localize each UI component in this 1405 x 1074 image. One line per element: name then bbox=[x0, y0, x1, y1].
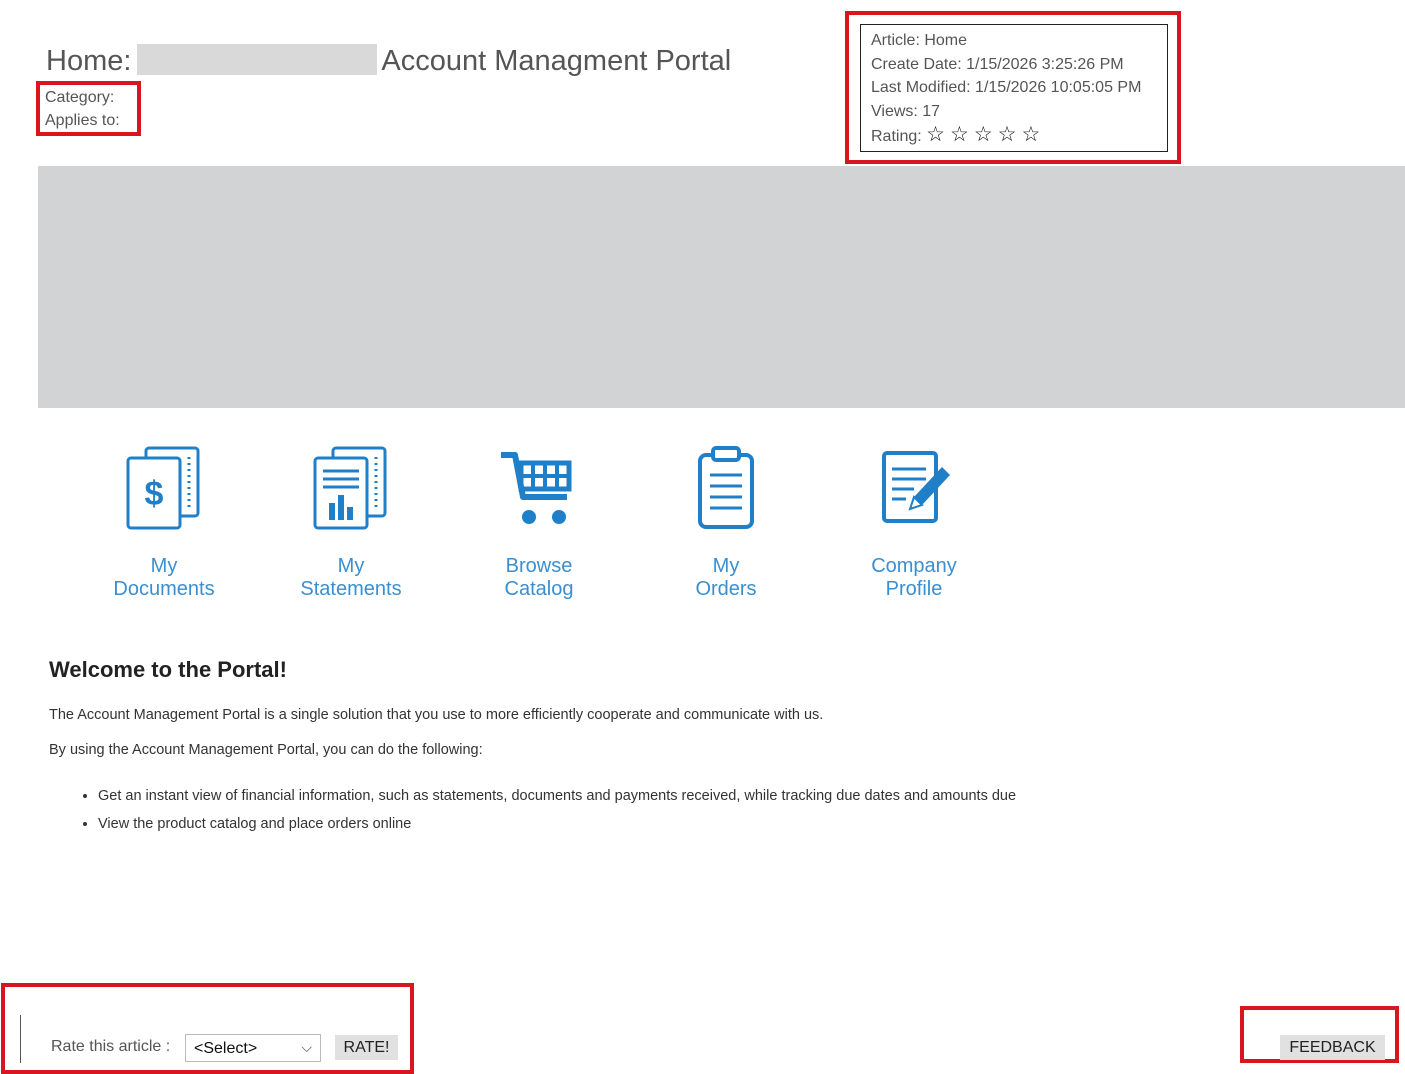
statements-chart-icon bbox=[313, 446, 387, 530]
star-icon: ☆ bbox=[926, 123, 945, 146]
rating-stars: ☆ ☆ ☆ ☆ ☆ bbox=[926, 123, 1045, 146]
rate-article-label: Rate this article : bbox=[51, 1038, 171, 1055]
intro-paragraph-2: By using the Account Management Portal, … bbox=[49, 742, 483, 758]
page-title-suffix: Account Managment Portal bbox=[381, 45, 732, 77]
intro-paragraph: The Account Management Portal is a singl… bbox=[49, 707, 824, 723]
tile-my-statements[interactable]: My Statements bbox=[276, 445, 426, 601]
divider bbox=[20, 1015, 21, 1063]
article-info-box: Article: Home Create Date: 1/15/2026 3:2… bbox=[860, 24, 1168, 152]
create-date: Create Date: 1/15/2026 3:25:26 PM bbox=[871, 55, 1124, 73]
tile-label-line2: Documents bbox=[113, 578, 215, 600]
tile-company-profile[interactable]: Company Profile bbox=[839, 445, 989, 601]
redacted-block bbox=[137, 44, 378, 75]
star-icon: ☆ bbox=[973, 123, 993, 146]
page-title-prefix: Home: bbox=[46, 45, 132, 77]
tile-browse-catalog[interactable]: Browse Catalog bbox=[464, 445, 614, 601]
feedback-button[interactable]: FEEDBACK bbox=[1280, 1035, 1385, 1060]
list-item: Get an instant view of financial informa… bbox=[98, 782, 1016, 810]
tile-label-line2: Statements bbox=[300, 578, 402, 600]
svg-text:$: $ bbox=[145, 475, 164, 513]
documents-dollar-icon: $ bbox=[126, 446, 200, 530]
tile-label-line2: Catalog bbox=[504, 578, 574, 600]
shopping-cart-icon bbox=[501, 452, 572, 524]
last-modified: Last Modified: 1/15/2026 10:05:05 PM bbox=[871, 79, 1142, 96]
article-name: Article: Home bbox=[871, 32, 968, 49]
clipboard-icon bbox=[698, 446, 754, 529]
tile-label-line1: My bbox=[712, 555, 740, 577]
rating-select[interactable]: <Select> ⌵ bbox=[185, 1034, 321, 1062]
category-label: Category: bbox=[45, 89, 115, 106]
applies-to-label: Applies to: bbox=[45, 112, 120, 129]
list-item: View the product catalog and place order… bbox=[98, 810, 1016, 838]
rating-row: Rating: ☆ ☆ ☆ ☆ ☆ bbox=[871, 123, 1157, 149]
page-title: Home: Account Managment Portal bbox=[46, 44, 731, 78]
star-icon: ☆ bbox=[1021, 123, 1041, 146]
tile-label-line1: Company bbox=[871, 555, 957, 577]
tile-my-orders[interactable]: My Orders bbox=[651, 445, 801, 601]
banner-placeholder bbox=[38, 166, 1405, 408]
welcome-heading: Welcome to the Portal! bbox=[49, 657, 287, 682]
tile-label-line1: My bbox=[150, 555, 178, 577]
tile-label-line1: My bbox=[337, 555, 365, 577]
rating-label: Rating: bbox=[871, 128, 922, 145]
tile-label-line2: Orders bbox=[695, 578, 757, 600]
article-meta: Category: Applies to: bbox=[45, 86, 120, 132]
chevron-down-icon: ⌵ bbox=[301, 1039, 312, 1055]
star-icon: ☆ bbox=[949, 123, 969, 146]
feature-list: Get an instant view of financial informa… bbox=[76, 782, 1016, 838]
rate-button[interactable]: RATE! bbox=[335, 1035, 398, 1060]
tile-my-documents[interactable]: $ My Documents bbox=[89, 445, 239, 601]
star-icon: ☆ bbox=[997, 123, 1017, 146]
tile-label-line2: Profile bbox=[885, 578, 943, 600]
views-count: Views: 17 bbox=[871, 102, 941, 120]
edit-document-icon bbox=[882, 451, 950, 523]
tile-label-line1: Browse bbox=[505, 555, 573, 577]
rating-select-value: <Select> bbox=[194, 1040, 258, 1057]
